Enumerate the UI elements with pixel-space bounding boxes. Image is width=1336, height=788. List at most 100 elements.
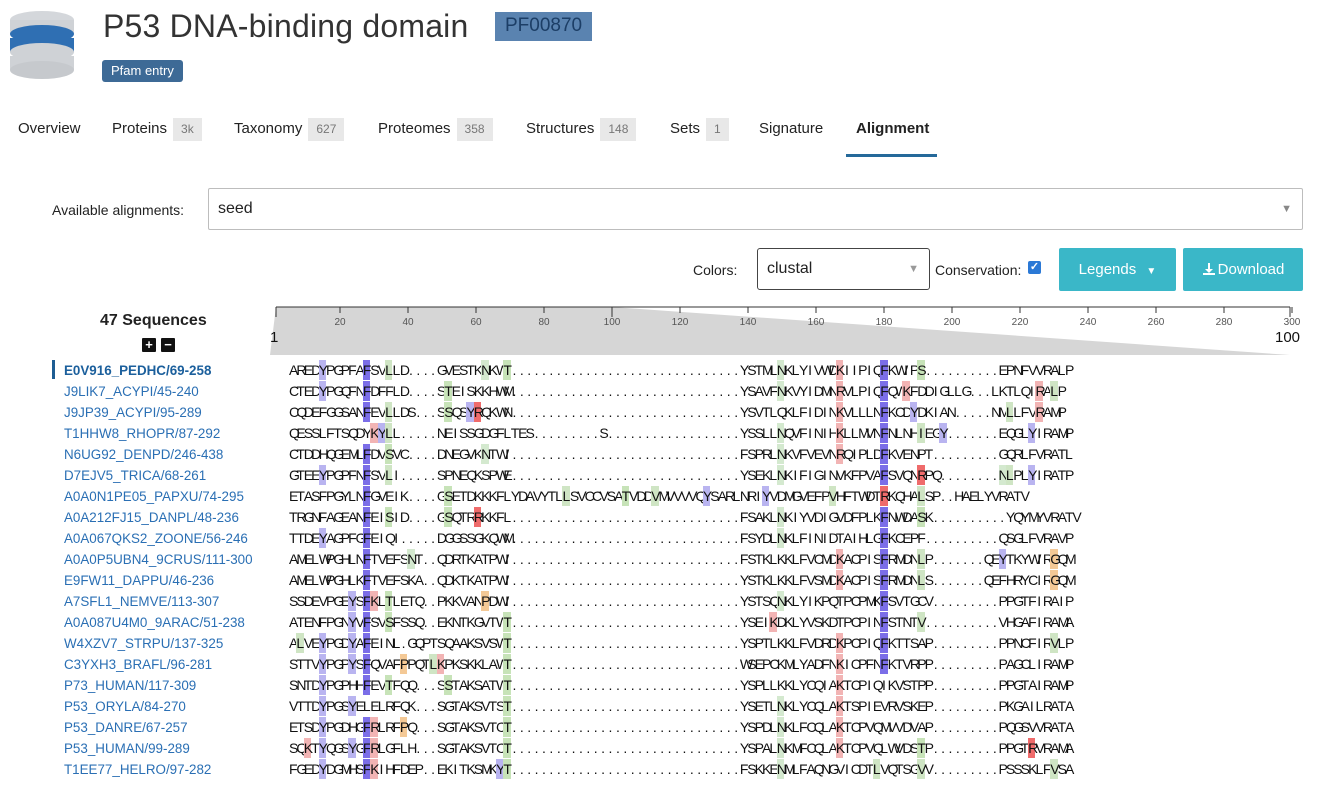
residue-cell: K xyxy=(473,467,484,483)
tab-label: Alignment xyxy=(856,120,930,137)
tab-alignment[interactable]: Alignment xyxy=(856,113,929,157)
expand-plus-icon[interactable]: + xyxy=(142,338,156,352)
residue-cell: N xyxy=(991,404,1002,420)
residue-cell: . xyxy=(704,593,709,609)
residue-cell: . xyxy=(571,383,576,399)
residue-cell: T xyxy=(621,486,631,506)
sequence-name-link[interactable]: W4XZV7_STRPU/137-325 xyxy=(64,633,223,654)
residue-cell: . xyxy=(593,677,598,693)
sequence-name-link[interactable]: E0V916_PEDHC/69-258 xyxy=(64,360,211,381)
residue-cell: I xyxy=(1037,677,1042,693)
sequence-name-link[interactable]: A0A087U4M0_9ARAC/51-238 xyxy=(64,612,245,633)
sequence-name-link[interactable]: A0A0N1PE05_PAPXU/74-295 xyxy=(64,486,244,507)
residue-cell: . xyxy=(423,530,428,546)
residue-cell: . xyxy=(660,635,665,651)
residue-cell: D xyxy=(813,404,824,420)
residue-cell: T xyxy=(843,698,852,714)
sequence-name-link[interactable]: J9JP39_ACYPI/95-289 xyxy=(64,402,202,423)
residue-cell: . xyxy=(527,530,532,546)
colors-select[interactable]: clustal ▼ xyxy=(757,248,930,290)
sequence-name-link[interactable]: P73_HUMAN/117-309 xyxy=(64,675,196,696)
residue-cell: R xyxy=(451,551,462,567)
residue-cell: G xyxy=(289,467,300,483)
sequence-name-link[interactable]: T1EE77_HELRO/97-282 xyxy=(64,759,211,780)
residue-cell: S xyxy=(747,446,757,462)
residue-cell: . xyxy=(955,404,960,420)
collapse-minus-icon[interactable]: − xyxy=(161,338,175,352)
sequence-name-link[interactable]: P53_DANRE/67-257 xyxy=(64,717,188,738)
alignment-body[interactable]: AREDYPGPFAFSVLLD....GVESTKNKWT..........… xyxy=(289,360,1336,788)
sequence-name-link[interactable]: A0A0P5UBN4_9CRUS/111-300 xyxy=(64,549,253,570)
tab-proteomes[interactable]: Proteomes 358 xyxy=(378,113,493,157)
selected-color-scheme: clustal xyxy=(767,260,813,277)
residue-cell: . xyxy=(719,530,724,546)
conservation-checkbox[interactable]: ✓ xyxy=(1028,261,1041,274)
sequence-name-link[interactable]: T1HHW8_RHOPR/87-292 xyxy=(64,423,220,444)
residue-cell: E xyxy=(303,572,314,588)
residue-cell: . xyxy=(689,593,694,609)
residue-cell: E xyxy=(340,593,351,609)
sequence-row: STTVYPGPYSFQVAFPPQTLKPKSKKLAWT..........… xyxy=(289,654,1074,675)
residue-cell: . xyxy=(667,551,672,567)
tab-bar: Overview Proteins 3k Taxonomy 627 Proteome… xyxy=(0,113,950,159)
residue-cell: . xyxy=(556,698,561,714)
residue-cell: P xyxy=(858,383,868,399)
residue-cell: . xyxy=(645,677,650,693)
sequence-name-link[interactable]: A0A067QKS2_ZOONE/56-246 xyxy=(64,528,248,549)
residue-cell: . xyxy=(955,425,960,441)
residue-cell: . xyxy=(978,362,982,378)
residue-cell: L xyxy=(865,446,874,462)
residue-cell: F xyxy=(850,509,860,525)
tab-structures[interactable]: Structures 148 xyxy=(526,113,637,157)
residue-cell: . xyxy=(985,719,990,735)
tab-proteins[interactable]: Proteins 3k xyxy=(112,113,202,157)
residue-cell: . xyxy=(571,593,576,609)
sequence-name-link[interactable]: E9FW11_DAPPU/46-236 xyxy=(64,570,214,591)
sequence-name-link[interactable]: N6UG92_DENPD/246-438 xyxy=(64,444,223,465)
tab-taxonomy[interactable]: Taxonomy 627 xyxy=(234,113,345,157)
residue-cell: . xyxy=(615,509,620,525)
legends-button[interactable]: Legends ▼ xyxy=(1059,248,1176,291)
residue-cell: S xyxy=(289,740,299,756)
residue-cell: . xyxy=(578,446,583,462)
sequence-name-link[interactable]: A7SFL1_NEMVE/113-307 xyxy=(64,591,219,612)
residue-cell: V xyxy=(991,488,1001,504)
sequence-name-link[interactable]: P53_ORYLA/84-270 xyxy=(64,696,186,717)
residue-cell: . xyxy=(608,719,613,735)
download-button[interactable]: Download xyxy=(1183,248,1303,291)
residue-cell: F xyxy=(392,656,402,672)
tab-sets[interactable]: Sets 1 xyxy=(670,113,729,157)
residue-cell: F xyxy=(769,383,778,399)
residue-cell: N xyxy=(776,360,787,380)
sequence-name-link[interactable]: D7EJV5_TRICA/68-261 xyxy=(64,465,206,486)
residue-cell: . xyxy=(431,425,436,441)
residue-cell: . xyxy=(682,362,687,378)
residue-cell: . xyxy=(992,761,997,777)
residue-cell: P xyxy=(917,677,927,693)
residue-cell: . xyxy=(615,467,620,483)
tab-overview[interactable]: Overview xyxy=(18,113,81,157)
sequence-name-link[interactable]: A0A212FJ15_DANPL/48-236 xyxy=(64,507,239,528)
residue-cell: V xyxy=(377,488,388,504)
residue-cell: Q xyxy=(776,404,788,420)
residue-cell: N xyxy=(355,551,366,567)
residue-cell: . xyxy=(593,425,598,441)
residue-cell: . xyxy=(985,740,990,756)
tab-signature[interactable]: Signature xyxy=(759,113,823,157)
sequence-name-link[interactable]: C3YXH3_BRAFL/96-281 xyxy=(64,654,212,675)
residue-cell: L xyxy=(769,467,778,483)
residue-cell: . xyxy=(556,383,561,399)
residue-cell: T xyxy=(466,362,475,378)
residue-cell: . xyxy=(623,677,628,693)
available-alignments-select[interactable]: seed ▼ xyxy=(208,188,1303,230)
residue-cell: . xyxy=(423,761,428,777)
residue-cell: D xyxy=(776,614,787,630)
residue-cell: C xyxy=(850,740,861,756)
sequence-name-link[interactable]: P53_HUMAN/99-289 xyxy=(64,738,190,759)
residue-cell: . xyxy=(564,761,569,777)
residue-cell: K xyxy=(1005,698,1016,714)
residue-cell: . xyxy=(556,761,561,777)
sequence-name-link[interactable]: J9LIK7_ACYPI/45-240 xyxy=(64,381,199,402)
residue-cell: L xyxy=(1065,446,1073,462)
residue-cell: A xyxy=(458,677,469,693)
